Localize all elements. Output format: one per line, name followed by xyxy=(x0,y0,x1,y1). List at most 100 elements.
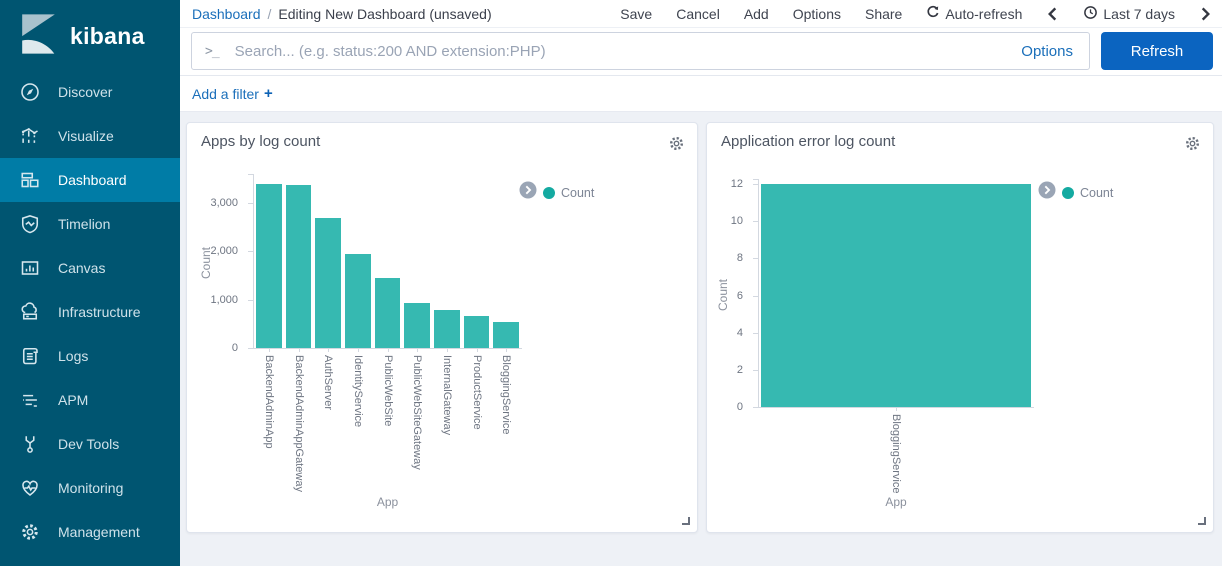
refresh-button[interactable]: Refresh xyxy=(1101,32,1213,70)
x-tick xyxy=(269,348,270,352)
search-box: >_ Options xyxy=(191,32,1090,70)
x-tick xyxy=(417,348,418,352)
query-bar-row: >_ Options Refresh xyxy=(180,28,1222,76)
bar[interactable] xyxy=(464,316,490,348)
y-tick-label: 1,000 xyxy=(187,294,238,306)
panel-apps-by-log-count: Apps by log count 01,0002,0003,000Backen… xyxy=(186,122,698,533)
sidebar-item-timelion[interactable]: Timelion xyxy=(0,202,180,246)
y-tick-label: 12 xyxy=(707,178,743,190)
bar[interactable] xyxy=(493,322,519,348)
search-input[interactable] xyxy=(233,42,1010,61)
clock-icon xyxy=(1083,5,1098,23)
bar[interactable] xyxy=(434,310,460,348)
x-category-label: IdentityService xyxy=(352,355,363,427)
bar-chart-application-error-log-count: 024681012BloggingServiceCountApp xyxy=(707,123,1213,532)
y-axis-end-tick xyxy=(753,179,759,180)
sidebar-item-devtools[interactable]: Dev Tools xyxy=(0,422,180,466)
y-axis-line xyxy=(253,174,254,348)
y-axis-title: Count xyxy=(199,247,213,279)
sidebar-item-canvas[interactable]: Canvas xyxy=(0,246,180,290)
auto-refresh-button[interactable]: Auto-refresh xyxy=(926,5,1022,22)
y-tick xyxy=(753,296,759,297)
kibana-logo-icon xyxy=(20,13,57,60)
add-filter-plus-icon[interactable]: + xyxy=(264,85,273,102)
x-tick xyxy=(358,348,359,352)
x-category-label: BackendAdminAppGateway xyxy=(293,355,304,492)
panel-resize-handle[interactable] xyxy=(682,517,690,525)
sidebar-item-monitoring[interactable]: Monitoring xyxy=(0,466,180,510)
heartbeat-icon xyxy=(19,477,41,499)
frame-icon xyxy=(19,257,41,279)
sidebar-item-visualize[interactable]: Visualize xyxy=(0,114,180,158)
sidebar-item-discover[interactable]: Discover xyxy=(0,70,180,114)
y-tick xyxy=(753,184,759,185)
x-tick xyxy=(896,407,897,411)
sidebar-item-label: Dashboard xyxy=(58,172,127,188)
y-tick-label: 2 xyxy=(707,364,743,376)
sidebar-item-infrastructure[interactable]: Infrastructure xyxy=(0,290,180,334)
kibana-logo[interactable]: kibana xyxy=(0,0,180,70)
legend-series-label[interactable]: Count xyxy=(561,186,594,200)
panel-application-error-log-count: Application error log count 024681012Blo… xyxy=(706,122,1214,533)
sidebar-item-label: Infrastructure xyxy=(58,304,140,320)
time-forward-chevron-icon[interactable] xyxy=(1199,7,1212,21)
y-tick xyxy=(248,300,254,301)
sidebar-item-label: Discover xyxy=(58,84,112,100)
legend: Count xyxy=(519,181,594,204)
cloud-server-icon xyxy=(19,301,41,323)
add-button[interactable]: Add xyxy=(744,6,769,22)
cancel-button[interactable]: Cancel xyxy=(676,6,720,22)
sidebar-item-label: Canvas xyxy=(58,260,105,276)
sidebar-item-dashboard[interactable]: Dashboard xyxy=(0,158,180,202)
legend-expand-icon[interactable] xyxy=(1038,181,1056,204)
panel-resize-handle[interactable] xyxy=(1198,517,1206,525)
compass-icon xyxy=(19,81,41,103)
add-filter-link[interactable]: Add a filter xyxy=(192,86,259,102)
bar[interactable] xyxy=(761,184,1031,407)
time-back-chevron-icon[interactable] xyxy=(1046,7,1059,21)
sidebar-item-logs[interactable]: Logs xyxy=(0,334,180,378)
y-axis-end-tick xyxy=(248,174,254,175)
bar[interactable] xyxy=(345,254,371,348)
x-axis-title: App xyxy=(885,495,906,509)
scroll-icon xyxy=(19,345,41,367)
chart-icon xyxy=(19,125,41,147)
legend-series-label[interactable]: Count xyxy=(1080,186,1113,200)
y-tick xyxy=(753,258,759,259)
legend: Count xyxy=(1038,181,1113,204)
sidebar-item-management[interactable]: Management xyxy=(0,510,180,554)
top-menu: Save Cancel Add Options Share Auto-refre… xyxy=(620,5,1212,23)
breadcrumb-current: Editing New Dashboard (unsaved) xyxy=(278,6,491,22)
options-button[interactable]: Options xyxy=(793,6,841,22)
sidebar-item-label: Visualize xyxy=(58,128,114,144)
legend-series-dot xyxy=(543,187,555,199)
y-tick xyxy=(248,348,254,349)
lines-icon xyxy=(19,389,41,411)
bar[interactable] xyxy=(286,185,312,348)
brand-name: kibana xyxy=(70,23,145,50)
time-range-picker[interactable]: Last 7 days xyxy=(1083,5,1175,23)
shield-chart-icon xyxy=(19,213,41,235)
sidebar-item-apm[interactable]: APM xyxy=(0,378,180,422)
top-navbar: Dashboard / Editing New Dashboard (unsav… xyxy=(180,0,1222,28)
bar[interactable] xyxy=(256,184,282,348)
sidebar-item-label: Timelion xyxy=(58,216,110,232)
x-category-label: InternalGateway xyxy=(441,355,452,435)
dashboard-grid-icon xyxy=(19,169,41,191)
bar[interactable] xyxy=(404,303,430,348)
legend-expand-icon[interactable] xyxy=(519,181,537,204)
x-tick xyxy=(506,348,507,352)
query-options-link[interactable]: Options xyxy=(1021,43,1073,60)
wrench-icon xyxy=(19,433,41,455)
x-tick xyxy=(477,348,478,352)
share-button[interactable]: Share xyxy=(865,6,902,22)
breadcrumb-dashboard-link[interactable]: Dashboard xyxy=(192,6,261,22)
x-category-label: PublicWebSite xyxy=(382,355,393,426)
breadcrumb-separator: / xyxy=(268,6,272,22)
bar[interactable] xyxy=(315,218,341,348)
save-button[interactable]: Save xyxy=(620,6,652,22)
bar[interactable] xyxy=(375,278,401,348)
x-tick xyxy=(299,348,300,352)
sidebar-item-label: Monitoring xyxy=(58,480,123,496)
refresh-cycle-icon xyxy=(926,5,940,22)
